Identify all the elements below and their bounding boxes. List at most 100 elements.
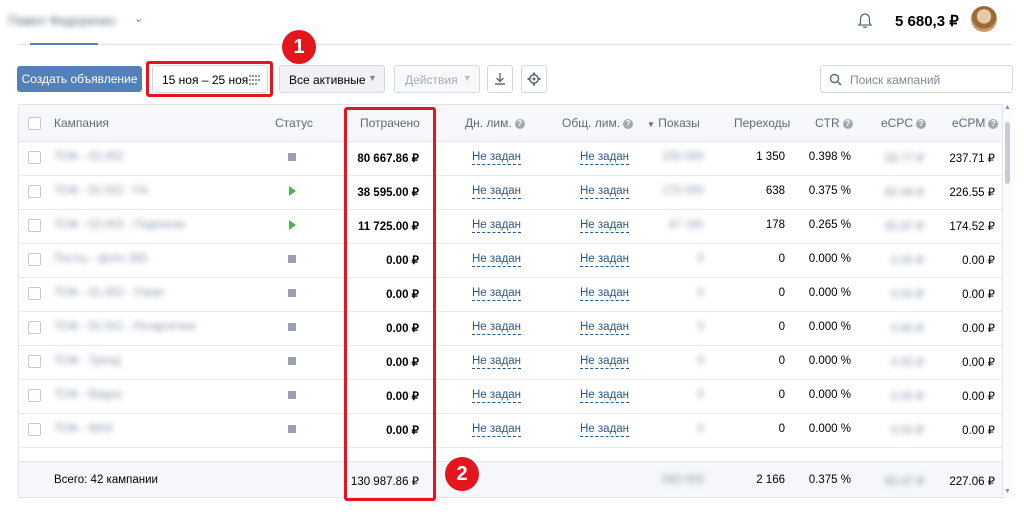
ctr-value: 0.000 %: [808, 355, 851, 367]
row-checkbox[interactable]: [28, 423, 41, 436]
row-checkbox[interactable]: [28, 151, 41, 164]
table-row[interactable]: ТОФ - 02.001 - Ретаргетинг 0.00 ₽ Не задан…: [19, 311, 1002, 346]
scrollbar-thumb[interactable]: [1005, 122, 1010, 184]
total-limit-link[interactable]: Не задан: [580, 219, 630, 233]
help-icon[interactable]: ?: [916, 119, 927, 129]
col-total-limit[interactable]: Общ. лим.?: [562, 116, 634, 130]
table-row[interactable]: ТОФ - 02.002 80 667.86 ₽ Не задан Не задан 2…: [19, 141, 1002, 176]
row-checkbox[interactable]: [28, 287, 41, 300]
col-status[interactable]: Статус: [275, 116, 313, 130]
impressions-value: 0: [697, 389, 704, 401]
search-box[interactable]: [820, 65, 1013, 93]
col-ecpm-label: eCPM: [952, 116, 986, 130]
bell-icon[interactable]: [856, 12, 874, 30]
campaign-name[interactable]: ТОФ - 02.002: [54, 151, 124, 163]
ecpc-value: 0.00 ₽: [891, 425, 924, 437]
daily-limit-link[interactable]: Не задан: [472, 185, 522, 199]
status-paused-icon[interactable]: [288, 255, 296, 263]
campaign-name[interactable]: ТОФ - 02.001 - Ретаргетинг: [54, 321, 197, 333]
help-icon[interactable]: ?: [514, 119, 525, 129]
col-total-limit-label: Общ. лим.: [562, 116, 621, 130]
table-row[interactable]: ТОФ - Видео 0.00 ₽ Не задан Не задан 0 0 0.000…: [19, 379, 1002, 414]
daily-limit-link[interactable]: Не задан: [472, 287, 522, 301]
table-row[interactable]: ТОФ - МАХ 0.00 ₽ Не задан Не задан 0 0 0.000 %…: [19, 413, 1002, 448]
table-row[interactable]: ТОФ - 01.002 - Узкая 0.00 ₽ Не задан Не зад…: [19, 277, 1002, 312]
clicks-value: 0: [778, 321, 785, 333]
status-paused-icon[interactable]: [288, 323, 296, 331]
export-button[interactable]: [487, 65, 513, 93]
daily-limit-link[interactable]: Не задан: [472, 389, 522, 403]
status-paused-icon[interactable]: [288, 153, 296, 161]
footer-ctr: 0.375 %: [808, 474, 851, 486]
status-paused-icon[interactable]: [288, 425, 296, 433]
daily-limit-link[interactable]: Не задан: [472, 219, 522, 233]
col-impressions[interactable]: ▼ Показы: [647, 116, 700, 130]
ecpc-value: 65.87 ₽: [884, 221, 924, 233]
impressions-value: 200 000: [662, 151, 704, 163]
campaign-name[interactable]: ТОФ - 02.002 - FA: [54, 185, 148, 197]
total-limit-link[interactable]: Не задан: [580, 151, 630, 165]
status-paused-icon[interactable]: [288, 391, 296, 399]
status-active-icon[interactable]: [289, 186, 296, 196]
campaign-name[interactable]: ТОФ - 01.002 - Узкая: [54, 287, 164, 299]
campaign-name[interactable]: ТОФ - МАХ: [54, 423, 113, 435]
daily-limit-link[interactable]: Не задан: [472, 253, 522, 267]
daily-limit-link[interactable]: Не задан: [472, 355, 522, 369]
campaign-name[interactable]: ТОФ - Тренд: [54, 355, 121, 367]
footer-ecpm: 227.06 ₽: [949, 476, 995, 488]
row-checkbox[interactable]: [28, 355, 41, 368]
ecpm-value: 226.55 ₽: [949, 187, 995, 199]
col-ctr[interactable]: CTR?: [815, 116, 853, 130]
daily-limit-link[interactable]: Не задан: [472, 321, 522, 335]
footer-clicks: 2 166: [756, 474, 785, 486]
account-name[interactable]: Павел Федоренко: [8, 13, 116, 28]
ecpc-value: 0.00 ₽: [891, 357, 924, 369]
col-clicks[interactable]: Переходы: [734, 116, 790, 130]
col-daily-limit[interactable]: Дн. лим.?: [465, 116, 525, 130]
total-limit-link[interactable]: Не задан: [580, 321, 630, 335]
create-ad-button[interactable]: Создать объявление: [17, 66, 142, 92]
help-icon[interactable]: ?: [988, 119, 999, 129]
scroll-down-icon[interactable]: ▼: [1004, 488, 1011, 495]
avatar[interactable]: [971, 6, 997, 32]
col-ecpc[interactable]: eCPC?: [881, 116, 927, 130]
campaign-name[interactable]: Посты - фото 365: [54, 253, 148, 265]
help-icon[interactable]: ?: [842, 119, 853, 129]
scroll-up-icon[interactable]: ▲: [1004, 104, 1011, 111]
row-checkbox[interactable]: [28, 389, 41, 402]
total-limit-link[interactable]: Не задан: [580, 185, 630, 199]
campaign-name[interactable]: ТОФ - Видео: [54, 389, 122, 401]
col-ecpm[interactable]: eCPM?: [952, 116, 999, 130]
table-row[interactable]: ТОФ - 02.002 - FA 38 595.00 ₽ Не задан Не з…: [19, 175, 1002, 210]
total-limit-link[interactable]: Не задан: [580, 389, 630, 403]
help-icon[interactable]: ?: [623, 119, 634, 129]
table-row[interactable]: ТОФ - Тренд 0.00 ₽ Не задан Не задан 0 0 0.000…: [19, 345, 1002, 380]
ctr-value: 0.000 %: [808, 423, 851, 435]
actions-dropdown[interactable]: Действия ▼: [394, 65, 480, 93]
status-paused-icon[interactable]: [288, 357, 296, 365]
daily-limit-link[interactable]: Не задан: [472, 423, 522, 437]
select-all-checkbox[interactable]: [28, 117, 41, 130]
total-limit-link[interactable]: Не задан: [580, 287, 630, 301]
table-row[interactable]: Посты - фото 365 0.00 ₽ Не задан Не задан 0 0…: [19, 243, 1002, 278]
campaign-name[interactable]: ТОФ - 02.003 - Подписки: [54, 219, 185, 231]
search-input[interactable]: [848, 71, 1007, 89]
account-balance[interactable]: 5 680,3 ₽: [895, 12, 959, 30]
row-checkbox[interactable]: [28, 219, 41, 232]
status-paused-icon[interactable]: [288, 289, 296, 297]
row-checkbox[interactable]: [28, 321, 41, 334]
col-campaign[interactable]: Кампания: [54, 116, 109, 130]
settings-button[interactable]: [521, 65, 547, 93]
row-checkbox[interactable]: [28, 185, 41, 198]
status-active-icon[interactable]: [289, 220, 296, 230]
col-ecpc-label: eCPC: [881, 116, 914, 130]
total-limit-link[interactable]: Не задан: [580, 355, 630, 369]
total-limit-link[interactable]: Не задан: [580, 423, 630, 437]
chevron-down-icon[interactable]: ⌄: [134, 12, 143, 25]
row-checkbox[interactable]: [28, 253, 41, 266]
table-row[interactable]: ТОФ - 02.003 - Подписки 11 725.00 ₽ Не зад…: [19, 209, 1002, 244]
col-impressions-label: Показы: [658, 116, 700, 130]
daily-limit-link[interactable]: Не задан: [472, 151, 522, 165]
total-limit-link[interactable]: Не задан: [580, 253, 630, 267]
status-filter-select[interactable]: Все активные ▼: [279, 65, 385, 93]
